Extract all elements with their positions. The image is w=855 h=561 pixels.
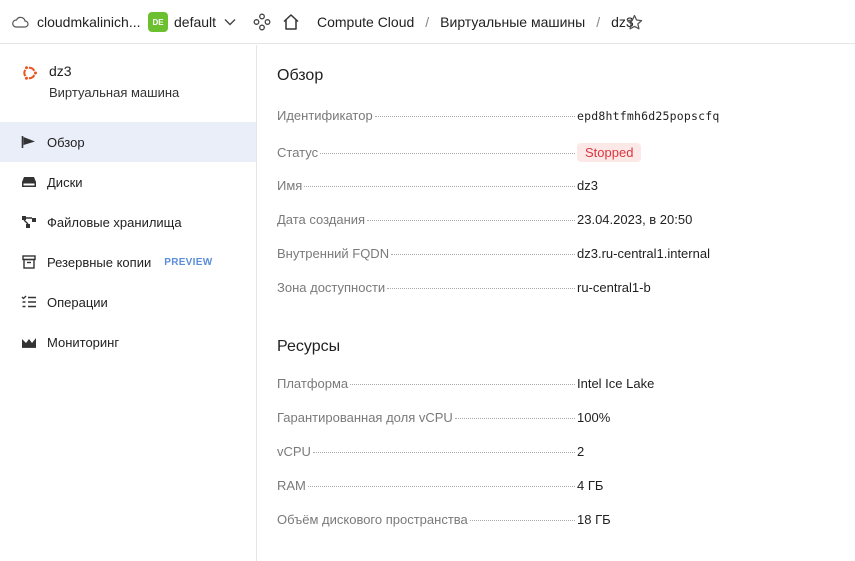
dot-leader	[469, 520, 575, 521]
info-row: Зона доступности ru-central1-b	[277, 280, 837, 300]
core-fraction-value: 100%	[577, 410, 611, 425]
info-row: Имя dz3	[277, 178, 837, 198]
disk-icon	[20, 174, 38, 190]
chart-icon	[20, 334, 38, 350]
file-storage-icon	[20, 214, 38, 230]
info-row: Статус Stopped	[277, 143, 837, 163]
sidebar-item-overview[interactable]: Обзор	[0, 122, 256, 162]
breadcrumb-separator: /	[425, 14, 430, 30]
chevron-down-icon	[224, 19, 236, 26]
status-badge: Stopped	[577, 143, 642, 162]
info-label: Зона доступности	[277, 280, 386, 295]
breadcrumb-separator: /	[596, 14, 601, 30]
info-row: Дата создания 23.04.2023, в 20:50	[277, 212, 837, 232]
cloud-icon	[12, 16, 29, 28]
dot-leader	[387, 288, 575, 289]
sidebar-item-disks[interactable]: Диски	[0, 162, 256, 202]
info-row: vCPU 2	[277, 444, 837, 464]
archive-icon	[20, 254, 38, 270]
sidebar-item-label: Операции	[47, 294, 108, 310]
resources-title: Ресурсы	[277, 338, 341, 355]
dot-leader	[307, 486, 575, 487]
info-label: Идентификатор	[277, 108, 373, 123]
sidebar-item-monitoring[interactable]: Мониторинг	[0, 322, 256, 362]
sidebar-item-label: Обзор	[47, 134, 85, 150]
sidebar-item-label: Диски	[47, 174, 83, 190]
folder-badge: DE	[148, 12, 168, 32]
folder-selector[interactable]: DE default	[148, 0, 236, 44]
list-icon	[20, 294, 38, 310]
info-label: Объём дискового пространства	[277, 512, 468, 527]
info-row: Внутренний FQDN dz3.ru-central1.internal	[277, 246, 837, 266]
info-row: Объём дискового пространства 18 ГБ	[277, 512, 837, 532]
dot-leader	[312, 452, 575, 453]
dot-leader	[304, 186, 575, 187]
info-label: RAM	[277, 478, 306, 493]
dot-leader	[350, 384, 575, 385]
vm-id-value: epd8htfmh6d25popscfq	[577, 109, 720, 123]
info-row: Гарантированная доля vCPU 100%	[277, 410, 837, 430]
dot-leader	[454, 418, 575, 419]
sidebar-item-label: Файловые хранилища	[47, 214, 182, 230]
dot-leader	[391, 254, 575, 255]
info-label: Статус	[277, 145, 319, 160]
breadcrumb-virtual-machines[interactable]: Виртуальные машины	[440, 14, 585, 30]
cloud-selector[interactable]: cloudmkalinich...	[12, 0, 141, 44]
vcpu-value: 2	[577, 444, 585, 459]
vm-header: dz3 Виртуальная машина	[20, 63, 179, 100]
sidebar: dz3 Виртуальная машина Обзор Диски Файло…	[0, 45, 257, 561]
flag-icon	[20, 134, 38, 150]
sidebar-item-label: Мониторинг	[47, 334, 120, 350]
cloud-label: cloudmkalinich...	[37, 14, 141, 30]
disk-size-value: 18 ГБ	[577, 512, 611, 527]
sidebar-nav: Обзор Диски Файловые хранилища Резервные…	[0, 122, 256, 362]
breadcrumb: Compute Cloud / Виртуальные машины / dz3	[317, 0, 634, 44]
info-label: Гарантированная доля vCPU	[277, 410, 453, 425]
fqdn-value: dz3.ru-central1.internal	[577, 246, 710, 261]
services-icon	[253, 13, 271, 31]
ram-value: 4 ГБ	[577, 478, 604, 493]
breadcrumb-compute-cloud[interactable]: Compute Cloud	[317, 14, 414, 30]
vm-type: Виртуальная машина	[49, 85, 180, 100]
vm-name-value: dz3	[577, 178, 598, 193]
platform-value: Intel Ice Lake	[577, 376, 655, 391]
top-bar: cloudmkalinich... DE default Compute Clo…	[0, 0, 855, 44]
sidebar-item-operations[interactable]: Операции	[0, 282, 256, 322]
created-at-value: 23.04.2023, в 20:50	[577, 212, 693, 227]
overview-title: Обзор	[277, 67, 324, 84]
dot-leader	[374, 116, 575, 117]
favorite-button[interactable]	[626, 0, 643, 44]
zone-value: ru-central1-b	[577, 280, 651, 295]
home-icon	[283, 14, 299, 30]
info-row: Идентификатор epd8htfmh6d25popscfq	[277, 108, 837, 128]
star-icon	[626, 14, 643, 29]
home-button[interactable]	[282, 0, 300, 44]
info-label: Имя	[277, 178, 303, 193]
info-label: Внутренний FQDN	[277, 246, 390, 261]
sidebar-item-file-storages[interactable]: Файловые хранилища	[0, 202, 256, 242]
info-row: RAM 4 ГБ	[277, 478, 837, 498]
ubuntu-icon	[23, 65, 38, 81]
info-label: Платформа	[277, 376, 349, 391]
dot-leader	[320, 153, 575, 154]
info-row: Платформа Intel Ice Lake	[277, 376, 837, 396]
info-label: Дата создания	[277, 212, 366, 227]
services-button[interactable]	[253, 0, 271, 44]
dot-leader	[367, 220, 575, 221]
preview-badge: PREVIEW	[164, 256, 213, 268]
info-label: vCPU	[277, 444, 311, 459]
sidebar-item-label: Резервные копии	[47, 254, 152, 270]
sidebar-item-backups[interactable]: Резервные копии PREVIEW	[0, 242, 256, 282]
vm-name: dz3	[49, 63, 72, 79]
folder-label: default	[174, 14, 217, 30]
